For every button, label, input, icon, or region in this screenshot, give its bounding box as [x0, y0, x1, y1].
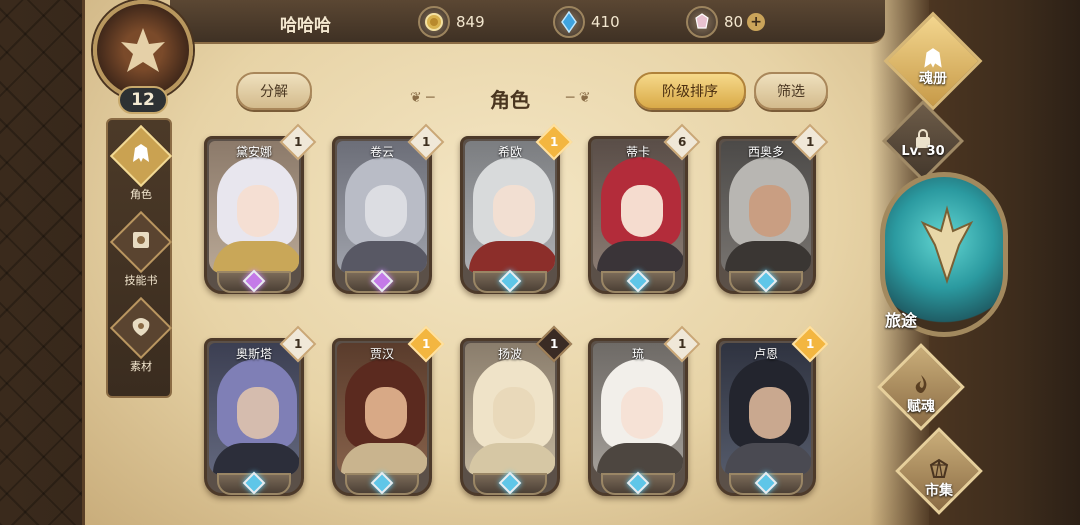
character-portrait	[337, 141, 427, 273]
character-portrait	[465, 141, 555, 273]
gold-amount: 849	[456, 13, 485, 31]
character-card[interactable]: 卢恩 1	[716, 325, 829, 496]
soul-book-button[interactable]: 魂册	[878, 11, 988, 114]
material-icon	[129, 314, 153, 342]
nav-label-skill-books: 技能书	[124, 274, 158, 287]
left-category-nav: 角色 技能书 素材	[106, 118, 174, 398]
character-card[interactable]: 扬波 1	[460, 325, 573, 496]
add-gem-button[interactable]: +	[747, 13, 766, 31]
character-card[interactable]: 卷云 1	[332, 123, 445, 294]
player-emblem[interactable]: 12	[88, 0, 198, 114]
player-name: 哈哈哈	[280, 16, 331, 36]
bestow-soul-label: 赋魂	[907, 399, 935, 415]
rank-sort-button[interactable]: 阶级排序	[634, 72, 746, 110]
locked-feature-button[interactable]: Lv. 30	[868, 99, 978, 184]
gold-coin-icon	[418, 6, 450, 38]
page-title: 角色	[490, 88, 530, 112]
soul-book-label: 魂册	[919, 71, 947, 87]
decompose-button[interactable]: 分解	[236, 72, 312, 110]
blue-crystal-icon	[553, 6, 585, 38]
journey-button[interactable]: 旅途	[880, 172, 1008, 337]
emblem-crest-icon	[93, 0, 193, 100]
title-ornament-left: ❦ ─	[410, 90, 435, 106]
gem-amount: 80	[724, 13, 744, 31]
character-card[interactable]: 希欧 1	[460, 123, 573, 294]
character-card[interactable]: 黛安娜 1	[204, 123, 317, 294]
character-card[interactable]: 西奥多 1	[716, 123, 829, 294]
top-resource-bar	[170, 0, 885, 44]
character-card[interactable]: 琉 1	[588, 325, 701, 496]
nav-label-materials: 素材	[130, 360, 152, 373]
filter-button[interactable]: 筛选	[754, 72, 828, 110]
trident-crest-icon	[920, 205, 974, 285]
character-portrait	[465, 343, 555, 475]
skill-book-icon	[129, 228, 153, 256]
player-level-badge: 12	[118, 86, 168, 114]
character-portrait	[593, 141, 683, 273]
nav-item-characters[interactable]: 角色	[108, 124, 174, 202]
character-portrait	[209, 343, 299, 475]
journey-label: 旅途	[885, 311, 918, 330]
character-portrait	[721, 343, 811, 475]
character-portrait	[209, 141, 299, 273]
crystal-amount: 410	[591, 13, 620, 31]
currency-crystal[interactable]: 410	[553, 5, 620, 39]
locked-level-label: Lv. 30	[901, 144, 945, 159]
market-button[interactable]: 市集	[884, 427, 994, 518]
nav-item-materials[interactable]: 素材	[108, 296, 174, 374]
helmet-icon	[129, 142, 153, 170]
nav-label-characters: 角色	[130, 188, 152, 201]
nav-item-skill-books[interactable]: 技能书	[108, 210, 174, 288]
pink-gem-icon	[686, 6, 718, 38]
currency-gold[interactable]: 849	[418, 5, 485, 39]
character-portrait	[721, 141, 811, 273]
character-portrait	[337, 343, 427, 475]
currency-gem[interactable]: 80 +	[686, 5, 766, 39]
title-ornament-right: ─ ❦	[566, 90, 591, 106]
bestow-soul-button[interactable]: 赋魂	[866, 343, 976, 434]
character-portrait	[593, 343, 683, 475]
character-card[interactable]: 蒂卡 6	[588, 123, 701, 294]
character-card[interactable]: 奥斯塔 1	[204, 325, 317, 496]
character-card[interactable]: 贾汉 1	[332, 325, 445, 496]
market-label: 市集	[925, 483, 953, 499]
